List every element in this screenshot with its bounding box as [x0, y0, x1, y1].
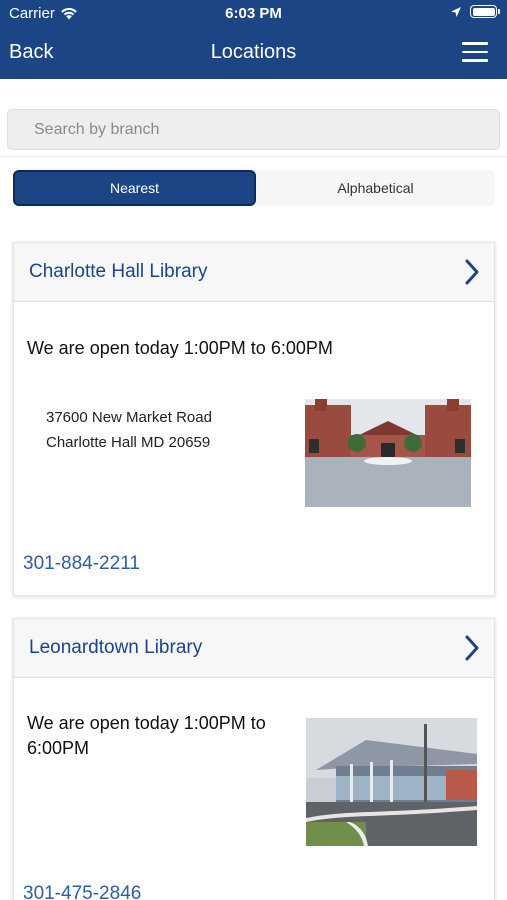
address: 37600 New Market Road Charlotte Hall MD …: [46, 405, 212, 455]
divider: [0, 156, 507, 157]
branch-photo: [305, 399, 471, 507]
phone-link[interactable]: 301-884-2211: [23, 553, 140, 575]
location-card-charlotte-hall[interactable]: Charlotte Hall Library We are open today…: [13, 242, 495, 596]
status-time: 6:03 PM: [225, 5, 282, 22]
segment-nearest[interactable]: Nearest: [13, 170, 256, 206]
app-header: Carrier 6:03 PM Back Locations: [0, 0, 507, 79]
chevron-right-icon[interactable]: [464, 634, 480, 662]
location-name[interactable]: Charlotte Hall Library: [29, 261, 207, 283]
battery-icon: [470, 5, 500, 18]
location-arrow-icon: [451, 6, 461, 17]
address-line-2: Charlotte Hall MD 20659: [46, 434, 211, 451]
hamburger-menu-icon[interactable]: [462, 42, 489, 62]
sort-segmented-control: Nearest Alphabetical: [13, 170, 495, 206]
address-line-1: 37600 New Market Road: [46, 409, 212, 426]
branch-photo: [306, 718, 477, 846]
open-hours: We are open today 1:00PM to 6:00PM: [27, 711, 266, 761]
location-card-header[interactable]: Charlotte Hall Library: [14, 243, 494, 302]
open-hours: We are open today 1:00PM to 6:00PM: [27, 338, 333, 358]
segment-alphabetical[interactable]: Alphabetical: [256, 170, 495, 206]
page-title: Locations: [210, 41, 297, 63]
search-input[interactable]: Search by branch: [7, 109, 500, 150]
nav-bar: Back Locations: [0, 28, 507, 79]
status-bar: Carrier 6:03 PM: [0, 0, 507, 28]
open-hours-line-2: 6:00PM: [27, 738, 90, 758]
location-card-leonardtown[interactable]: Leonardtown Library We are open today 1:…: [13, 618, 495, 900]
location-card-header[interactable]: Leonardtown Library: [14, 619, 494, 678]
location-name[interactable]: Leonardtown Library: [29, 637, 202, 659]
chevron-right-icon[interactable]: [464, 258, 480, 286]
phone-link[interactable]: 301-475-2846: [23, 883, 141, 900]
locations-list[interactable]: Search by branch Nearest Alphabetical Ch…: [0, 79, 507, 900]
status-right: [450, 5, 500, 18]
open-hours-line-1: We are open today 1:00PM to: [27, 713, 266, 733]
